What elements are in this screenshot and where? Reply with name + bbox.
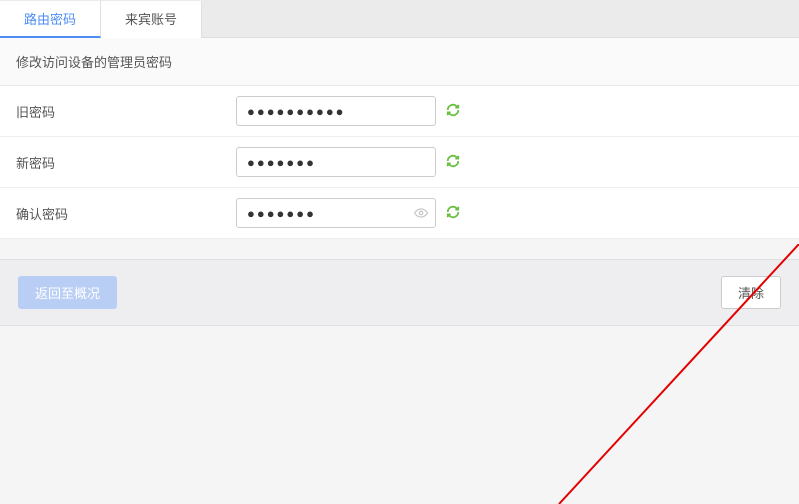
back-button[interactable]: 返回至概况 — [18, 276, 117, 309]
input-new-password[interactable] — [236, 147, 436, 177]
row-new-password: 新密码 — [0, 137, 799, 188]
label-new-password: 新密码 — [16, 153, 236, 172]
tab-router-password[interactable]: 路由密码 — [0, 1, 101, 38]
label-old-password: 旧密码 — [16, 102, 236, 121]
refresh-icon[interactable] — [436, 154, 460, 171]
refresh-icon[interactable] — [436, 205, 460, 222]
input-old-password[interactable] — [236, 96, 436, 126]
refresh-icon[interactable] — [436, 103, 460, 120]
row-confirm-password: 确认密码 — [0, 188, 799, 239]
row-old-password: 旧密码 — [0, 86, 799, 137]
input-confirm-password[interactable] — [236, 198, 436, 228]
clear-button[interactable]: 清除 — [721, 276, 781, 309]
tab-bar: 路由密码 来宾账号 — [0, 0, 799, 38]
tab-guest-account[interactable]: 来宾账号 — [101, 1, 202, 38]
section-description: 修改访问设备的管理员密码 — [0, 38, 799, 86]
label-confirm-password: 确认密码 — [16, 204, 236, 223]
button-bar: 返回至概况 清除 — [0, 259, 799, 326]
